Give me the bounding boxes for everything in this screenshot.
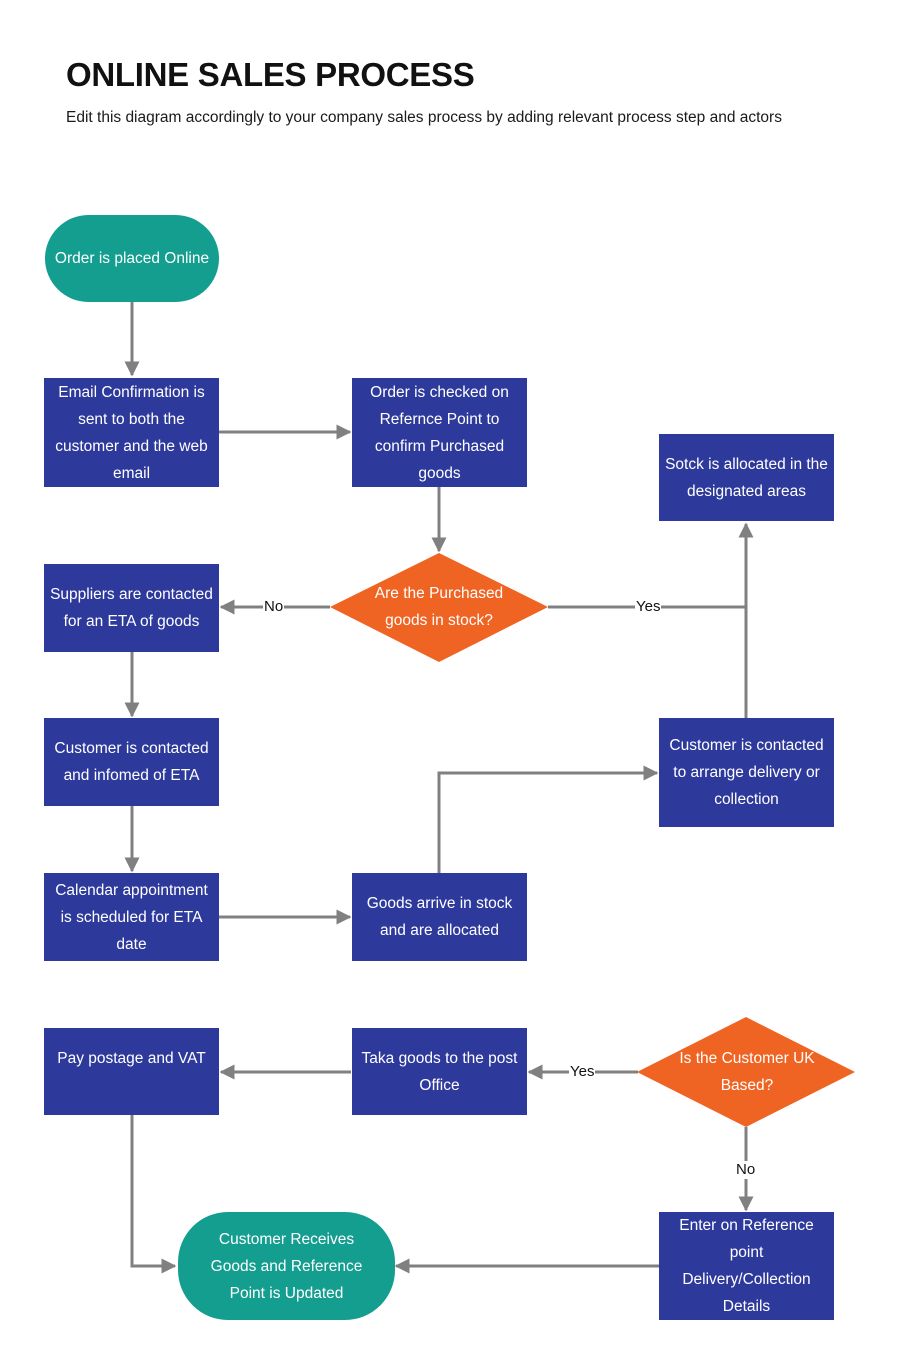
process-stock-allocated[interactable]: Sotck is allocated in the designated are… (659, 434, 834, 521)
process-enter-reference-text: Enter on Reference point Delivery/Collec… (679, 1217, 814, 1315)
process-customer-informed-text: Customer is contacted and infomed of ETA (54, 740, 209, 784)
edge-label-in-stock-yes: Yes (635, 598, 662, 616)
process-suppliers-contacted[interactable]: Suppliers are contacted for an ETA of go… (44, 564, 219, 652)
connector-decision-to-stock-allocated (548, 522, 754, 609)
process-order-checked[interactable]: Order is checked on Refernce Point to co… (352, 378, 527, 487)
process-email-confirmation-text: Email Confirmation is sent to both the c… (55, 383, 208, 482)
connector-layer (124, 302, 855, 1274)
process-calendar-appointment-text: Calendar appointment is scheduled for ET… (55, 881, 208, 953)
process-suppliers-contacted-text: Suppliers are contacted for an ETA of go… (50, 586, 213, 630)
connector-goods-arrive-to-arrange-delivery (437, 765, 659, 873)
edge-label-uk-no: No (735, 1161, 757, 1179)
process-email-confirmation[interactable]: Email Confirmation is sent to both the c… (44, 378, 219, 487)
process-pay-postage[interactable]: Pay postage and VAT (44, 1028, 219, 1115)
process-post-office-text: Taka goods to the post Office (361, 1050, 518, 1094)
decision-in-stock[interactable]: Are the Purchased goods in stock? (355, 565, 523, 649)
process-arrange-delivery-text: Customer is contacted to arrange deliver… (669, 737, 824, 808)
process-goods-arrive-text: Goods arrive in stock and are allocated (366, 895, 513, 939)
decision-in-stock-text: Are the Purchased goods in stock? (374, 585, 504, 629)
decision-uk-based-text: Is the Customer UK Based? (679, 1050, 815, 1094)
start-terminal[interactable]: Order is placed Online (45, 215, 219, 302)
edge-label-in-stock-no: No (263, 598, 285, 616)
decision-uk-based[interactable]: Is the Customer UK Based? (672, 1031, 822, 1113)
process-goods-arrive[interactable]: Goods arrive in stock and are allocated (352, 873, 527, 961)
edge-label-uk-yes: Yes (569, 1063, 596, 1081)
start-terminal-text: Order is placed Online (54, 250, 210, 267)
end-terminal-text: Customer Receives Goods and Reference Po… (210, 1230, 363, 1302)
process-order-checked-text: Order is checked on Refernce Point to co… (370, 383, 509, 482)
process-enter-reference[interactable]: Enter on Reference point Delivery/Collec… (659, 1212, 834, 1320)
process-arrange-delivery[interactable]: Customer is contacted to arrange deliver… (659, 718, 834, 827)
process-customer-informed[interactable]: Customer is contacted and infomed of ETA (44, 718, 219, 806)
end-terminal[interactable]: Customer Receives Goods and Reference Po… (178, 1212, 395, 1320)
connector-pay-postage-to-end (130, 1115, 177, 1274)
process-calendar-appointment[interactable]: Calendar appointment is scheduled for ET… (44, 873, 219, 961)
process-pay-postage-text: Pay postage and VAT (57, 1050, 206, 1067)
process-post-office[interactable]: Taka goods to the post Office (352, 1028, 527, 1115)
process-stock-allocated-text: Sotck is allocated in the designated are… (665, 455, 828, 500)
